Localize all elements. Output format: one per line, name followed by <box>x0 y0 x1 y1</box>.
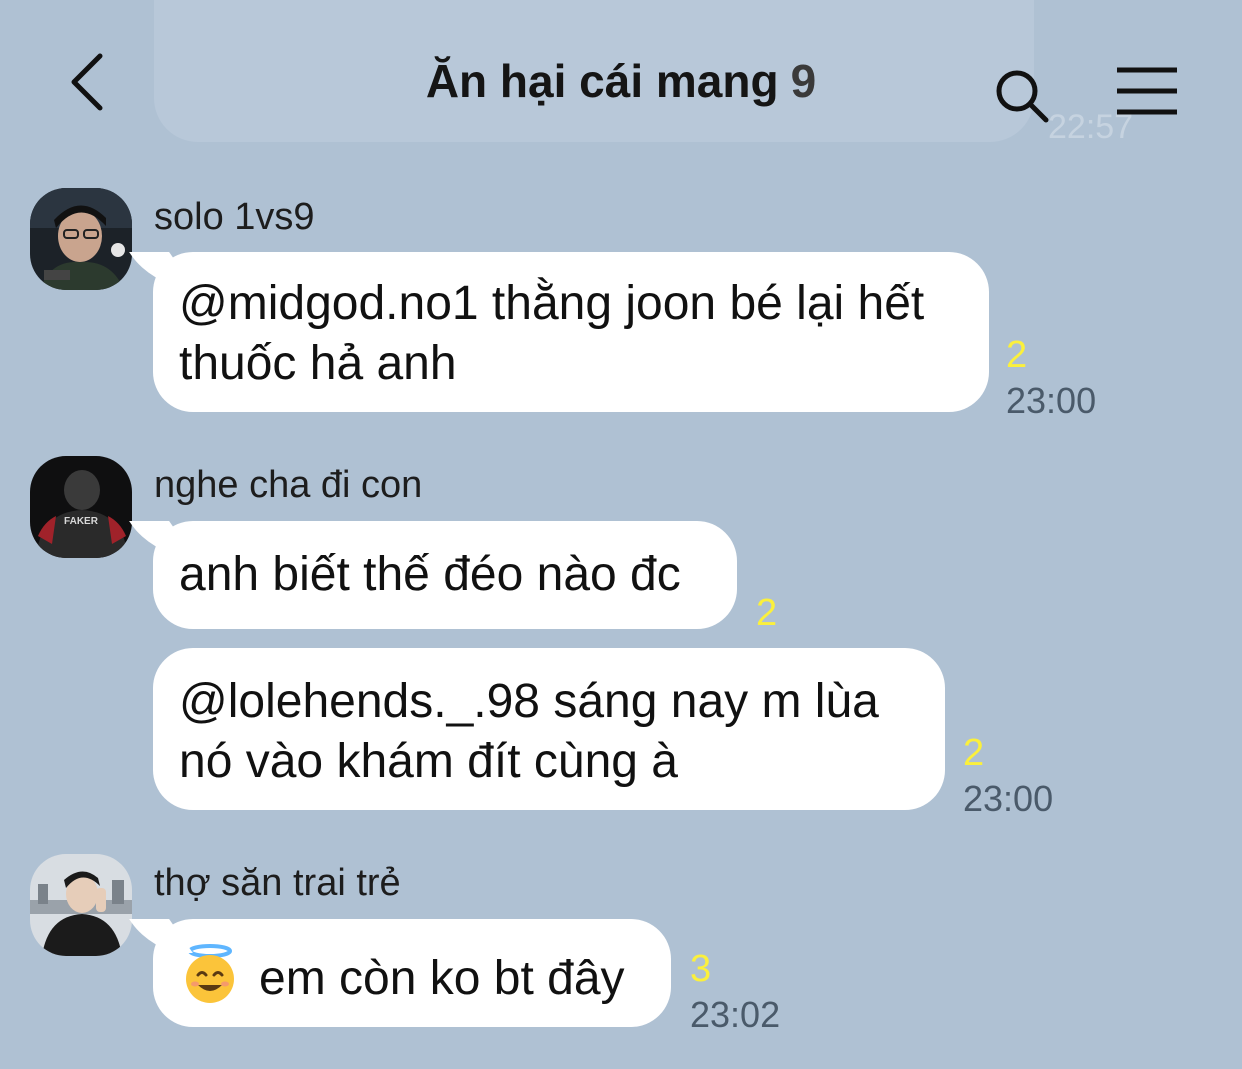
message-line: @lolehends._.98 sáng nay m lùa <box>179 675 879 728</box>
message-line: anh biết thế đéo nào đc <box>179 548 681 601</box>
sender-name: thợ săn trai trẻ <box>154 862 401 904</box>
sender-name: nghe cha đi con <box>154 464 423 506</box>
message-time: 23:00 <box>1006 380 1097 421</box>
sender-name: solo 1vs9 <box>154 196 315 238</box>
avatar[interactable]: FAKER <box>30 456 132 558</box>
message-time: 23:00 <box>963 778 1054 819</box>
message-line: em còn ko bt đây <box>259 952 625 1006</box>
avatar[interactable] <box>30 854 132 956</box>
read-count: 3 <box>690 948 712 990</box>
member-count: 9 <box>790 55 817 107</box>
avatar-jersey-text: FAKER <box>64 516 99 527</box>
message-bubble[interactable]: @lolehends._.98 sáng nay m lùa nó vào kh… <box>153 648 945 810</box>
read-count: 2 <box>963 732 985 774</box>
chat-title[interactable]: Ăn hại cái mang 9 <box>0 54 1242 108</box>
smiling-face-with-halo-icon <box>179 943 241 1020</box>
message-bubble[interactable]: em còn ko bt đây <box>153 919 671 1027</box>
message-line: @midgod.no1 thằng joon bé lại hết <box>179 277 925 330</box>
chat-name: Ăn hại cái mang <box>425 55 779 107</box>
message-time: 23:02 <box>690 994 781 1035</box>
message-line: thuốc hả anh <box>179 337 457 390</box>
hamburger-menu-icon[interactable] <box>1114 66 1180 116</box>
search-icon[interactable] <box>992 66 1052 126</box>
read-count: 2 <box>756 592 778 634</box>
message-bubble[interactable]: @midgod.no1 thằng joon bé lại hết thuốc … <box>153 252 989 412</box>
read-count: 2 <box>1006 334 1028 376</box>
avatar[interactable] <box>30 188 132 290</box>
message-bubble[interactable]: anh biết thế đéo nào đc <box>153 521 737 629</box>
message-line: nó vào khám đít cùng à <box>179 735 678 788</box>
